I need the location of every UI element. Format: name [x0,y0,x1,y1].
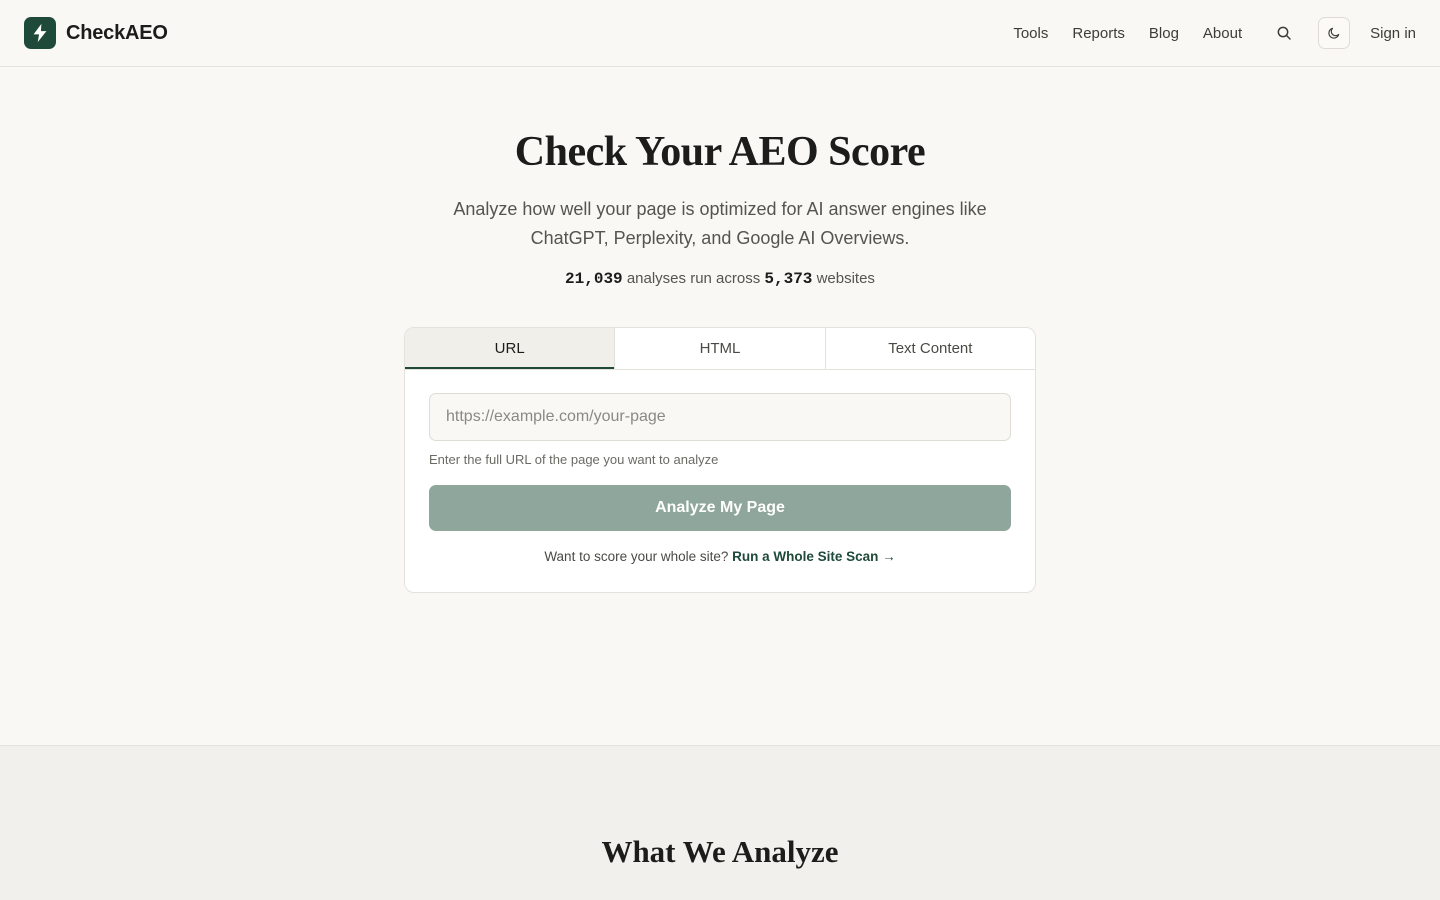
moon-icon [1328,27,1340,39]
websites-count: 5,373 [764,270,813,288]
brand-name: CheckAEO [66,21,168,44]
url-input[interactable] [429,393,1011,441]
nav-link-tools[interactable]: Tools [1013,25,1048,42]
main-nav: Tools Reports Blog About Sign in [1013,17,1416,49]
nav-link-blog[interactable]: Blog [1149,25,1179,42]
analyze-button[interactable]: Analyze My Page [429,485,1011,531]
analyses-label: analyses run across [622,270,765,287]
tab-html[interactable]: HTML [614,328,824,369]
input-type-tabs: URL HTML Text Content [405,328,1035,370]
site-header: CheckAEO Tools Reports Blog About Sign i… [0,0,1440,67]
tab-text-content[interactable]: Text Content [824,328,1035,369]
nav-link-about[interactable]: About [1203,25,1242,42]
tab-url[interactable]: URL [405,328,615,369]
brand-logo[interactable]: CheckAEO [24,17,168,49]
whole-site-scan-link[interactable]: Run a Whole Site Scan → [732,549,896,564]
whole-site-text: Want to score your whole site? [544,549,733,564]
page-subtitle: Analyze how well your page is optimized … [453,199,987,248]
features-title: What We Analyze [601,834,839,869]
sign-in-link[interactable]: Sign in [1370,25,1416,42]
websites-label: websites [812,270,875,287]
page-title: Check Your AEO Score [514,129,926,175]
theme-toggle-button[interactable] [1318,17,1351,49]
nav-link-reports[interactable]: Reports [1072,25,1125,42]
search-icon[interactable] [1274,23,1294,43]
features-section: What We Analyze [0,745,1440,900]
analyses-count: 21,039 [565,270,623,288]
url-hint: Enter the full URL of the page you want … [429,452,719,467]
analyzer-card: URL HTML Text Content Enter the full URL… [404,327,1036,593]
usage-stats: 21,039 analyses run across 5,373 website… [0,270,1440,288]
whole-site-prompt: Want to score your whole site? Run a Who… [405,549,1035,564]
lightning-bolt-icon [24,17,56,49]
